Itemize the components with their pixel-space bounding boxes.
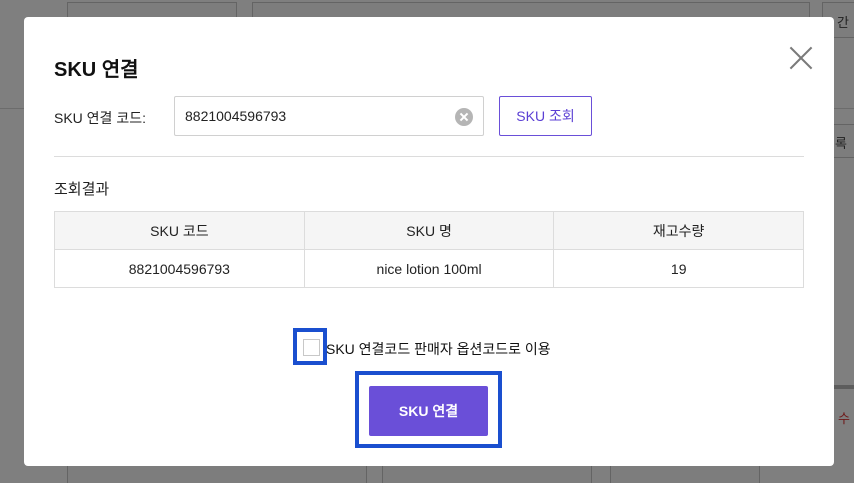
header-stock-qty: 재고수량 [553, 211, 804, 250]
modal-title: SKU 연결 [54, 59, 139, 81]
cell-stock-qty: 19 [553, 249, 804, 288]
sku-code-field [174, 96, 484, 136]
sku-code-input[interactable] [185, 97, 445, 135]
option-code-label[interactable]: SKU 연결코드 판매자 옵션코드로 이용 [326, 339, 551, 359]
result-table: SKU 코드 SKU 명 재고수량 8821004596793 nice lot… [54, 211, 804, 288]
sku-connect-modal: SKU 연결 SKU 연결 코드: SKU 조회 조회결과 SKU 코드 SKU… [24, 17, 834, 466]
sku-lookup-button[interactable]: SKU 조회 [499, 96, 592, 136]
cell-sku-code: 8821004596793 [54, 249, 305, 288]
option-code-checkbox[interactable] [303, 339, 320, 356]
result-title: 조회결과 [54, 181, 110, 198]
sku-code-label: SKU 연결 코드: [54, 110, 146, 126]
table-header-row: SKU 코드 SKU 명 재고수량 [54, 211, 804, 250]
header-sku-code: SKU 코드 [54, 211, 305, 250]
sku-connect-button[interactable]: SKU 연결 [369, 386, 488, 436]
cell-sku-name: nice lotion 100ml [303, 249, 555, 288]
table-row[interactable]: 8821004596793 nice lotion 100ml 19 [54, 249, 804, 288]
clear-icon[interactable] [455, 108, 473, 126]
header-sku-name: SKU 명 [303, 211, 555, 250]
divider [54, 156, 804, 157]
close-icon[interactable] [789, 46, 813, 70]
